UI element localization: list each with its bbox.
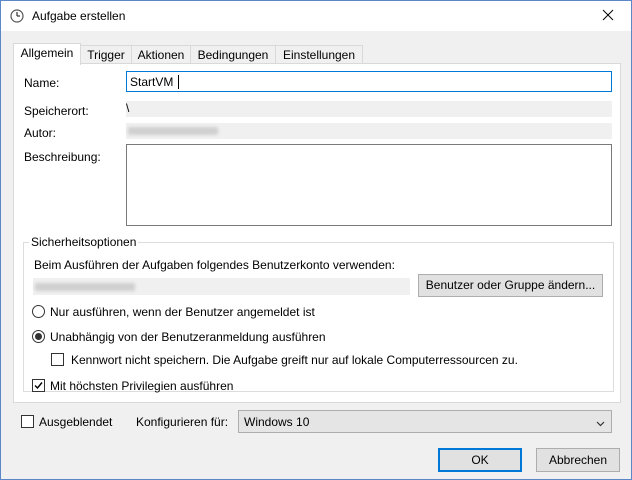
title-bar[interactable]: Aufgabe erstellen [1, 1, 631, 31]
text-cursor [178, 75, 179, 89]
dialog-window: Aufgabe erstellen Allgemein Trigger Akti… [0, 0, 632, 480]
ok-label: OK [471, 453, 489, 467]
tab-bedingungen[interactable]: Bedingungen [190, 45, 276, 64]
tab-label: Bedingungen [197, 48, 269, 62]
radio-logged-on-label: Nur ausführen, wenn der Benutzer angemel… [50, 305, 315, 319]
cancel-button[interactable]: Abbrechen [536, 448, 620, 472]
redacted-user [35, 283, 135, 291]
tab-aktionen[interactable]: Aktionen [131, 45, 191, 64]
clock-icon [10, 9, 24, 23]
name-label: Name: [24, 76, 60, 90]
chevron-down-icon [596, 417, 605, 431]
account-prompt: Beim Ausführen der Aufgaben folgendes Be… [34, 258, 395, 272]
security-options-title: Sicherheitsoptionen [29, 235, 139, 249]
hidden-checkbox[interactable] [21, 415, 34, 428]
radio-independent-label: Unabhängig von der Benutzeranmeldung aus… [50, 330, 326, 344]
configure-value: Windows 10 [244, 415, 310, 429]
window-title: Aufgabe erstellen [32, 9, 126, 23]
close-button[interactable] [585, 1, 631, 31]
name-value: StartVM [130, 75, 174, 89]
tab-allgemein[interactable]: Allgemein [13, 43, 81, 65]
close-icon [602, 9, 614, 24]
redacted-author [128, 127, 218, 135]
description-label: Beschreibung: [24, 150, 101, 164]
author-field [126, 123, 612, 139]
description-field[interactable] [126, 144, 612, 226]
tab-label: Trigger [87, 48, 125, 62]
tab-label: Allgemein [20, 46, 74, 60]
ok-button[interactable]: OK [438, 448, 522, 472]
checkmark-icon [33, 380, 44, 394]
tab-label: Einstellungen [282, 48, 356, 62]
author-label: Autor: [24, 126, 57, 140]
change-user-label: Benutzer oder Gruppe ändern... [425, 278, 596, 292]
configure-label: Konfigurieren für: [136, 415, 229, 429]
no-store-password-checkbox[interactable] [51, 353, 64, 366]
location-value: \ [126, 101, 130, 115]
user-account-field [33, 278, 410, 295]
tab-label: Aktionen [137, 48, 185, 62]
cancel-label: Abbrechen [548, 453, 608, 467]
location-field: \ [126, 101, 612, 117]
radio-selected-dot [35, 333, 42, 340]
highest-privileges-label: Mit höchsten Privilegien ausführen [50, 379, 234, 393]
change-user-button[interactable]: Benutzer oder Gruppe ändern... [418, 274, 603, 297]
hidden-label: Ausgeblendet [39, 415, 113, 429]
highest-privileges-checkbox[interactable] [32, 379, 45, 392]
name-field[interactable]: StartVM [126, 71, 612, 92]
tab-trigger[interactable]: Trigger [80, 45, 132, 64]
tab-panel-allgemein: Name: StartVM Speicherort: \ Autor: Besc… [13, 63, 621, 403]
tab-einstellungen[interactable]: Einstellungen [275, 45, 363, 64]
radio-logged-on[interactable] [32, 305, 45, 318]
configure-select[interactable]: Windows 10 [238, 410, 612, 433]
radio-independent[interactable] [32, 330, 45, 343]
no-store-password-label: Kennwort nicht speichern. Die Aufgabe gr… [71, 353, 518, 367]
location-label: Speicherort: [24, 104, 89, 118]
